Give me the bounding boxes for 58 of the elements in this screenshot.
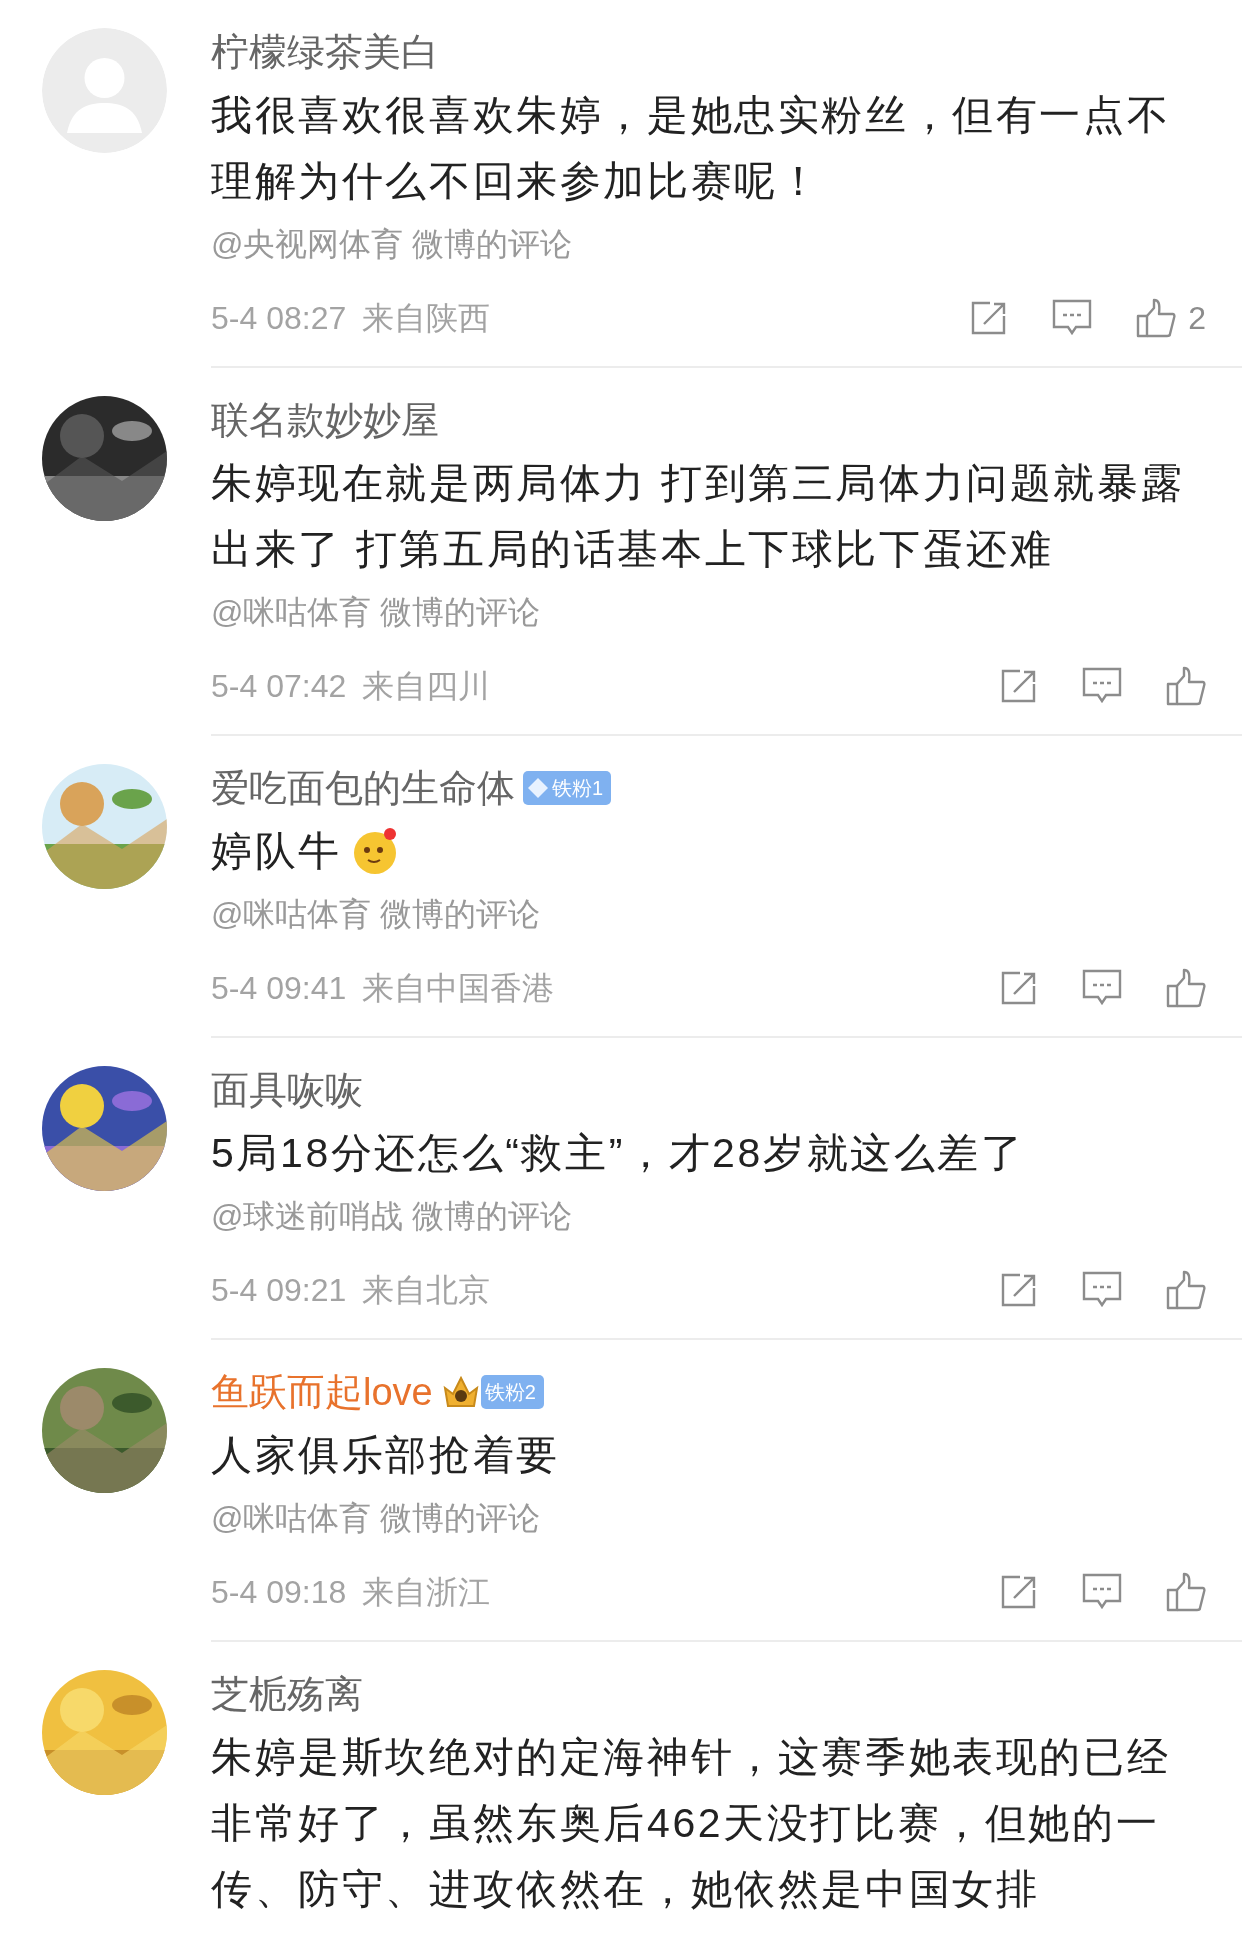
comment-text: 5局18分还怎么“救主”，才28岁就这么差了 bbox=[211, 1129, 1025, 1178]
share-button[interactable] bbox=[1000, 1574, 1038, 1610]
thumbs-up-icon bbox=[1166, 968, 1206, 1008]
thumbs-up-icon bbox=[1166, 666, 1206, 706]
user-name[interactable]: 柠檬绿茶美白 bbox=[211, 30, 439, 74]
comment-button[interactable] bbox=[1082, 1573, 1122, 1611]
share-icon bbox=[1000, 1272, 1038, 1308]
comment-button[interactable] bbox=[1052, 299, 1093, 337]
share-icon bbox=[1000, 668, 1038, 704]
post-time: 5-4 09:41 bbox=[211, 969, 347, 1008]
comment-button[interactable] bbox=[1082, 667, 1122, 705]
like-button[interactable]: 2 bbox=[1136, 294, 1206, 342]
like-button[interactable] bbox=[1166, 666, 1206, 706]
comment-text: 朱婷现在就是两局体力 打到第三局体力问题就暴露出来了 打第五局的话基本上下球比下蛋还难 bbox=[211, 459, 1186, 574]
source-text: @球迷前哨战 微博的评论 bbox=[211, 1198, 573, 1234]
like-button[interactable] bbox=[1166, 1270, 1206, 1310]
post-time: 5-4 09:21 bbox=[211, 1271, 347, 1310]
badge-label: 铁粉2 bbox=[484, 1380, 536, 1405]
thumbs-up-icon bbox=[1136, 298, 1177, 338]
post-time: 5-4 09:18 bbox=[211, 1573, 347, 1612]
location-text: 来自北京 bbox=[362, 1271, 491, 1310]
thumbs-up-icon bbox=[1166, 1270, 1206, 1310]
thumbs-up-icon bbox=[1166, 1572, 1206, 1612]
comment-text: 人家俱乐部抢着要 bbox=[211, 1431, 560, 1480]
location-text: 来自中国香港 bbox=[362, 969, 555, 1008]
user-name[interactable]: 芝栀殇离 bbox=[211, 1672, 363, 1716]
location-text: 来自陕西 bbox=[362, 299, 491, 338]
source-text: @咪咕体育 微博的评论 bbox=[211, 1500, 541, 1536]
user-name[interactable]: 联名款妙妙屋 bbox=[211, 398, 439, 442]
source-text: @咪咕体育 微博的评论 bbox=[211, 594, 541, 630]
comment-text: 我很喜欢很喜欢朱婷，是她忠实粉丝，但有一点不理解为什么不回来参加比赛呢！ bbox=[211, 91, 1172, 206]
user-name[interactable]: 鱼跃而起love bbox=[211, 1370, 433, 1414]
source-text: @央视网体育 微博的评论 bbox=[211, 226, 573, 262]
user-name[interactable]: 面具咴咴 bbox=[211, 1068, 363, 1112]
location-text: 来自四川 bbox=[362, 667, 491, 706]
post-time: 5-4 07:42 bbox=[211, 667, 347, 706]
comment-icon bbox=[1052, 299, 1093, 337]
like-button[interactable] bbox=[1166, 968, 1206, 1008]
comment-icon bbox=[1082, 667, 1122, 705]
source-text: @咪咕体育 微博的评论 bbox=[211, 896, 541, 932]
comment-icon bbox=[1082, 969, 1122, 1007]
diamond-icon bbox=[527, 777, 549, 799]
post-time: 5-4 08:27 bbox=[211, 299, 347, 338]
badge-label: 铁粉1 bbox=[552, 776, 604, 801]
share-icon bbox=[1000, 970, 1038, 1006]
share-icon bbox=[1000, 1574, 1038, 1610]
comment-icon bbox=[1082, 1573, 1122, 1611]
location-text: 来自浙江 bbox=[362, 1573, 491, 1612]
comment-text: 朱婷是斯坎绝对的定海神针，这赛季她表现的已经非常好了，虽然东奥后462天没打比赛，但她的一传、防守、进攻依然在，她依然是中国女排 bbox=[211, 1733, 1172, 1914]
comment-icon bbox=[1082, 1271, 1122, 1309]
comment-button[interactable] bbox=[1082, 1271, 1122, 1309]
comment-text: 婷队牛 bbox=[211, 827, 342, 876]
share-button[interactable] bbox=[1000, 1272, 1038, 1308]
comment-button[interactable] bbox=[1082, 969, 1122, 1007]
user-name[interactable]: 爱吃面包的生命体 bbox=[211, 766, 515, 810]
like-button[interactable] bbox=[1166, 1572, 1206, 1612]
share-button[interactable] bbox=[1000, 970, 1038, 1006]
share-button[interactable] bbox=[1000, 668, 1038, 704]
